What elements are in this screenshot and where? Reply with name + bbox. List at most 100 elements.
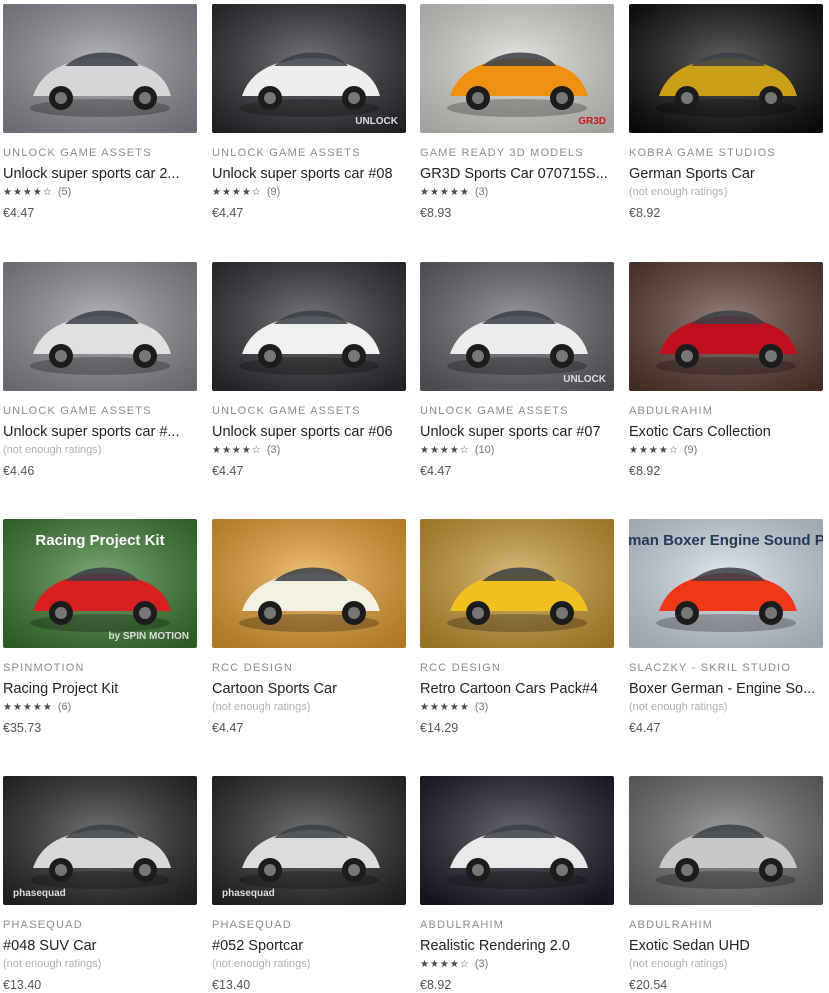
rating-count: (not enough ratings) [629,958,728,970]
product-card[interactable]: ABDULRAHIM Realistic Rendering 2.0 ★★★★☆ (3… [420,776,614,993]
product-card[interactable]: phasequad PHASEQUAD #048 SUV Car (not enoug… [3,776,197,993]
product-card[interactable]: UNLOCK GAME ASSETS Unlock super sports ca… [3,262,197,479]
rating: (not enough ratings) [629,700,823,715]
star-rating-icon: ★★★★★ [420,187,470,198]
publisher-link[interactable]: UNLOCK GAME ASSETS [3,147,197,160]
price: €4.46 [3,464,35,478]
product-thumbnail[interactable] [3,4,197,133]
product-thumbnail[interactable] [629,262,823,391]
product-card[interactable]: KOBRA GAME STUDIOS German Sports Car (not … [629,4,823,221]
price: €14.29 [420,721,459,735]
star-rating-icon: ★★★★☆ [212,445,262,456]
product-title[interactable]: German Sports Car [629,165,823,183]
product-thumbnail[interactable]: UNLOCK [212,4,406,133]
rating-count: (9) [683,444,698,456]
product-thumbnail[interactable]: phasequad [212,776,406,905]
product-thumbnail[interactable] [629,776,823,905]
publisher-link[interactable]: SPINMOTION [3,662,197,675]
rating: (not enough ratings) [3,443,197,458]
product-title[interactable]: Retro Cartoon Cars Pack#4 [420,680,614,698]
product-thumbnail[interactable]: phasequad [3,776,197,905]
red-exotic-car-sunset-image [629,262,823,391]
price: €4.47 [420,464,452,478]
product-thumbnail[interactable]: German Boxer Engine Sound Pack [629,519,823,648]
price: €20.54 [629,978,668,992]
product-card[interactable]: ABDULRAHIM Exotic Cars Collection ★★★★☆ (9)… [629,262,823,479]
product-thumbnail[interactable] [420,519,614,648]
product-title[interactable]: #052 Sportcar [212,937,406,955]
publisher-link[interactable]: PHASEQUAD [3,919,197,932]
product-thumbnail[interactable]: Racing Project Kit by SPIN MOTION [3,519,197,648]
banner-text: Racing Project Kit [35,532,164,549]
white-sports-car-dark-backdrop-image: UNLOCK [212,4,406,133]
product-thumbnail[interactable] [212,262,406,391]
publisher-link[interactable]: UNLOCK GAME ASSETS [420,405,614,418]
product-card[interactable]: Racing Project Kit by SPIN MOTION SPINMOTI… [3,519,197,736]
publisher-link[interactable]: UNLOCK GAME ASSETS [212,147,406,160]
product-card[interactable]: RCC DESIGN Retro Cartoon Cars Pack#4 ★★★★★… [420,519,614,736]
publisher-link[interactable]: SLACZKY - SKRIL STUDIO [629,662,823,675]
publisher-link[interactable]: PHASEQUAD [212,919,406,932]
product-title[interactable]: Unlock super sports car #... [3,423,197,441]
product-title[interactable]: Exotic Sedan UHD [629,937,823,955]
product-card[interactable]: UNLOCK UNLOCK GAME ASSETS Unlock super spo… [420,262,614,479]
rating: ★★★★★ (3) [420,700,614,715]
yellow-sports-car-image [629,4,823,133]
product-title[interactable]: Unlock super sports car #07 [420,423,614,441]
publisher-link[interactable]: ABDULRAHIM [420,919,614,932]
product-thumbnail[interactable] [3,262,197,391]
price: €4.47 [212,464,244,478]
price: €8.92 [420,978,452,992]
product-card[interactable]: UNLOCK UNLOCK GAME ASSETS Unlock super spo… [212,4,406,221]
star-rating-icon: ★★★★★ [3,702,53,713]
star-rating-icon: ★★★★★ [420,702,470,713]
publisher-link[interactable]: ABDULRAHIM [629,405,823,418]
product-thumbnail[interactable] [212,519,406,648]
publisher-link[interactable]: KOBRA GAME STUDIOS [629,147,823,160]
logo-text: UNLOCK [355,116,399,127]
product-card[interactable]: ABDULRAHIM Exotic Sedan UHD (not enough ra… [629,776,823,993]
product-card[interactable]: German Boxer Engine Sound Pack SLACZKY - … [629,519,823,736]
product-title[interactable]: Exotic Cars Collection [629,423,823,441]
product-thumbnail[interactable]: GR3D [420,4,614,133]
price: €4.47 [629,721,661,735]
rating: ★★★★☆ (9) [212,185,406,200]
silver-sedan-uhd-image [629,776,823,905]
product-card[interactable]: UNLOCK GAME ASSETS Unlock super sports ca… [3,4,197,221]
engine-sound-pack-image: German Boxer Engine Sound Pack [629,519,823,648]
product-title[interactable]: Unlock super sports car #08 [212,165,406,183]
product-card[interactable]: phasequad PHASEQUAD #052 Sportcar (not enou… [212,776,406,993]
product-thumbnail[interactable]: UNLOCK [420,262,614,391]
logo-text: GR3D [578,116,606,127]
publisher-link[interactable]: UNLOCK GAME ASSETS [212,405,406,418]
product-title[interactable]: Boxer German - Engine So... [629,680,823,698]
product-card[interactable]: GR3D GAME READY 3D MODELS GR3D Sports Car … [420,4,614,221]
product-thumbnail[interactable] [629,4,823,133]
rating-count: (3) [266,444,281,456]
publisher-link[interactable]: UNLOCK GAME ASSETS [3,405,197,418]
logo-text: UNLOCK [563,374,607,385]
product-title[interactable]: Racing Project Kit [3,680,197,698]
product-card[interactable]: UNLOCK GAME ASSETS Unlock super sports ca… [212,262,406,479]
racing-kit-cartoon-cars-image: Racing Project Kit by SPIN MOTION [3,519,197,648]
product-title[interactable]: Unlock super sports car 2... [3,165,197,183]
logo-text: phasequad [13,888,66,899]
rating-count: (3) [474,701,489,713]
product-thumbnail[interactable] [420,776,614,905]
product-title[interactable]: Realistic Rendering 2.0 [420,937,614,955]
publisher-link[interactable]: RCC DESIGN [212,662,406,675]
price: €13.40 [212,978,251,992]
product-title[interactable]: Cartoon Sports Car [212,680,406,698]
rating: (not enough ratings) [3,957,197,972]
publisher-link[interactable]: RCC DESIGN [420,662,614,675]
rating-count: (6) [57,701,72,713]
rating: (not enough ratings) [629,957,823,972]
product-title[interactable]: Unlock super sports car #06 [212,423,406,441]
price: €8.92 [629,464,661,478]
publisher-link[interactable]: ABDULRAHIM [629,919,823,932]
white-roadster-image [3,262,197,391]
product-title[interactable]: GR3D Sports Car 070715S... [420,165,614,183]
publisher-link[interactable]: GAME READY 3D MODELS [420,147,614,160]
product-card[interactable]: RCC DESIGN Cartoon Sports Car (not enough … [212,519,406,736]
product-title[interactable]: #048 SUV Car [3,937,197,955]
